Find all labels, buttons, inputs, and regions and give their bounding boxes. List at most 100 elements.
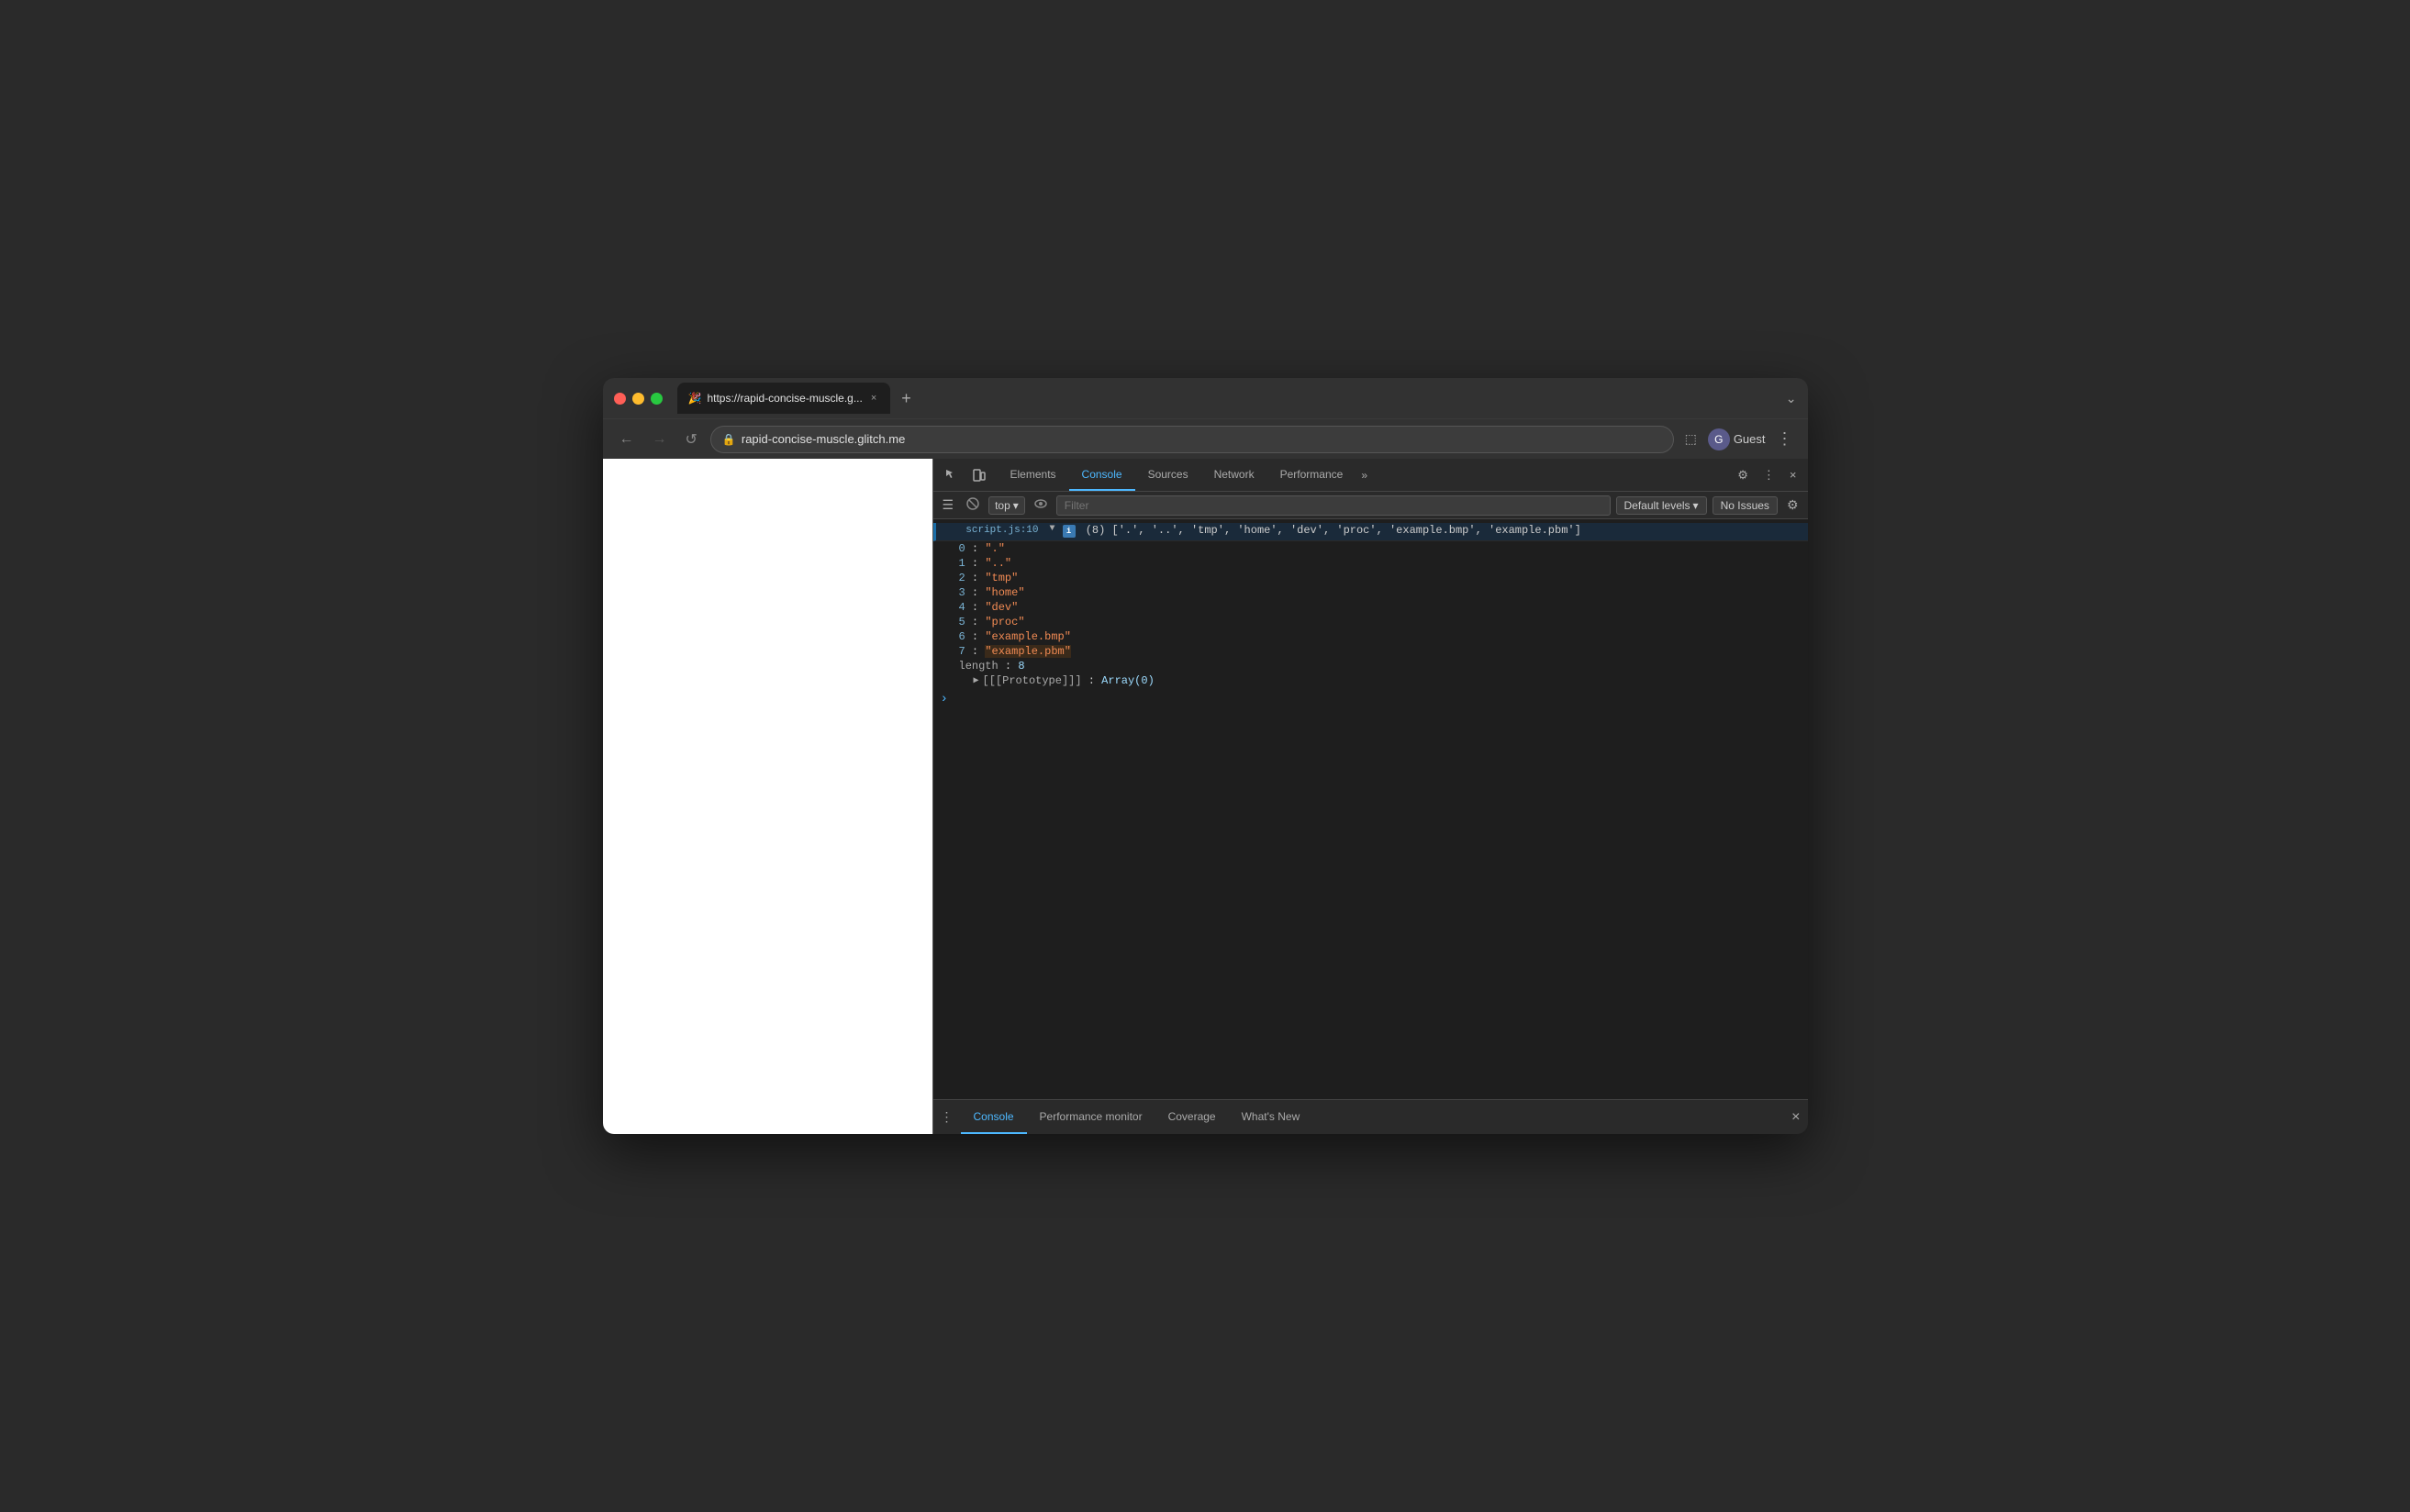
traffic-lights [614,393,663,405]
array-summary: (8) ['.', '..', 'tmp', 'home', 'dev', 'p… [1086,524,1581,537]
drawer-tabs: Console Performance monitor Coverage Wha… [961,1100,1785,1134]
devtools-toggle-button[interactable]: ⬚ [1681,428,1701,450]
title-bar-right: ⌄ [1786,391,1797,406]
array-value-5: "proc" [985,616,1024,628]
devtools-settings-button[interactable]: ⚙ [1732,464,1754,486]
table-row: 1 : ".." [952,556,1808,571]
console-drawer-button[interactable]: ☰ [939,495,958,515]
length-key: length [959,660,999,673]
nav-right-controls: ⬚ G Guest ⋮ [1681,428,1797,450]
devtools-tabs: Elements Console Sources Network Perform… [998,459,1727,491]
prototype-key: [[Prototype]] [989,674,1076,687]
length-value: 8 [1018,660,1024,673]
bottom-drawer: ⋮ Console Performance monitor Coverage W… [933,1099,1808,1134]
forward-button[interactable]: → [647,428,673,451]
context-dropdown-icon: ▾ [1013,499,1019,512]
device-toolbar-button[interactable] [966,464,992,486]
array-key-2: 2 [959,572,965,584]
drawer-close-button[interactable]: × [1784,1106,1807,1129]
context-selector[interactable]: top ▾ [988,496,1025,515]
table-row: 6 : "example.bmp" [952,629,1808,644]
info-badge: i [1063,525,1076,538]
array-key-4: 4 [959,601,965,614]
prototype-expand-icon[interactable]: ▶ [970,675,983,686]
default-levels-label: Default levels [1624,499,1690,512]
collapse-arrow-icon[interactable]: ▼ [1046,524,1059,534]
no-issues-label: No Issues [1721,499,1769,512]
console-output[interactable]: script.js:10 ▼ i (8) ['.', '..', 'tmp', … [933,519,1808,1099]
array-entries: 0 : "." 1 : ".." 2 : "tmp" [933,541,1808,688]
devtools-tools-left [933,464,998,486]
profile-label: Guest [1734,432,1766,446]
reload-button[interactable]: ↺ [680,427,703,452]
back-button[interactable]: ← [614,428,640,451]
table-row: 7 : "example.pbm" [952,644,1808,659]
default-levels-chevron-icon: ▾ [1693,499,1699,512]
array-value-7: "example.pbm" [985,645,1071,658]
maximize-window-button[interactable] [651,393,663,405]
main-area: Elements Console Sources Network Perform… [603,459,1808,1134]
drawer-tab-coverage[interactable]: Coverage [1155,1100,1229,1134]
devtools-close-button[interactable]: × [1784,464,1802,485]
console-toolbar: ☰ top ▾ Default levels ▾ No Issues [933,492,1808,519]
devtools-more-options-button[interactable]: ⋮ [1757,464,1780,486]
array-value-2: "tmp" [985,572,1018,584]
security-lock-icon: 🔒 [722,433,736,446]
tab-close-button[interactable]: × [868,392,879,405]
address-text: rapid-concise-muscle.glitch.me [742,432,905,446]
array-value-4: "dev" [985,601,1018,614]
default-levels-button[interactable]: Default levels ▾ [1616,496,1707,515]
prototype-value: Array(0) [1101,674,1155,687]
tab-area: 🎉 https://rapid-concise-muscle.g... × + [677,383,1779,414]
console-log-entry: script.js:10 ▼ i (8) ['.', '..', 'tmp', … [933,523,1808,541]
drawer-tab-console[interactable]: Console [961,1100,1027,1134]
inspect-element-button[interactable] [939,464,965,486]
profile-button[interactable]: G Guest [1708,428,1766,450]
close-window-button[interactable] [614,393,626,405]
entry-content: i (8) ['.', '..', 'tmp', 'home', 'dev', … [1059,524,1801,538]
more-tabs-button[interactable]: » [1356,469,1373,482]
tab-performance[interactable]: Performance [1267,459,1356,491]
tab-sources[interactable]: Sources [1135,459,1201,491]
prompt-chevron-icon: › [941,692,948,706]
browser-menu-button[interactable]: ⋮ [1773,428,1797,450]
array-key-7: 7 [959,645,965,658]
live-expressions-button[interactable] [1031,495,1051,515]
webpage-content[interactable] [603,459,933,1134]
context-label: top [995,499,1010,512]
profile-avatar: G [1708,428,1730,450]
array-value-1: ".." [985,557,1011,570]
tab-console[interactable]: Console [1069,459,1135,491]
tab-elements[interactable]: Elements [998,459,1069,491]
drawer-tab-whats-new[interactable]: What's New [1229,1100,1313,1134]
title-bar: 🎉 https://rapid-concise-muscle.g... × + … [603,378,1808,418]
title-chevron-icon[interactable]: ⌄ [1786,391,1797,406]
array-value-0: "." [985,542,1005,555]
devtools-settings-area: ⚙ ⋮ × [1726,464,1807,486]
console-prompt-row[interactable]: › [933,688,1808,710]
prototype-separator: ] [1075,674,1081,687]
devtools-toolbar: Elements Console Sources Network Perform… [933,459,1808,492]
no-issues-button[interactable]: No Issues [1713,496,1778,515]
table-row: length : 8 [952,659,1808,673]
array-key-0: 0 [959,542,965,555]
drawer-menu-button[interactable]: ⋮ [933,1106,961,1128]
tab-network[interactable]: Network [1201,459,1267,491]
nav-bar: ← → ↺ 🔒 rapid-concise-muscle.glitch.me ⬚… [603,418,1808,459]
source-link[interactable]: script.js:10 [936,524,1046,536]
minimize-window-button[interactable] [632,393,644,405]
prototype-label: [ [983,674,989,687]
address-bar[interactable]: 🔒 rapid-concise-muscle.glitch.me [710,426,1674,453]
drawer-tab-performance-monitor[interactable]: Performance monitor [1027,1100,1155,1134]
console-settings-button[interactable]: ⚙ [1783,495,1802,515]
array-key-3: 3 [959,586,965,599]
console-clear-button[interactable] [963,495,983,515]
array-key-5: 5 [959,616,965,628]
console-filter-input[interactable] [1056,495,1611,516]
new-tab-button[interactable]: + [894,386,919,410]
tab-title: https://rapid-concise-muscle.g... [707,392,862,405]
array-key-6: 6 [959,630,965,643]
table-row: 2 : "tmp" [952,571,1808,585]
active-tab[interactable]: 🎉 https://rapid-concise-muscle.g... × [677,383,891,414]
table-row: 0 : "." [952,541,1808,556]
